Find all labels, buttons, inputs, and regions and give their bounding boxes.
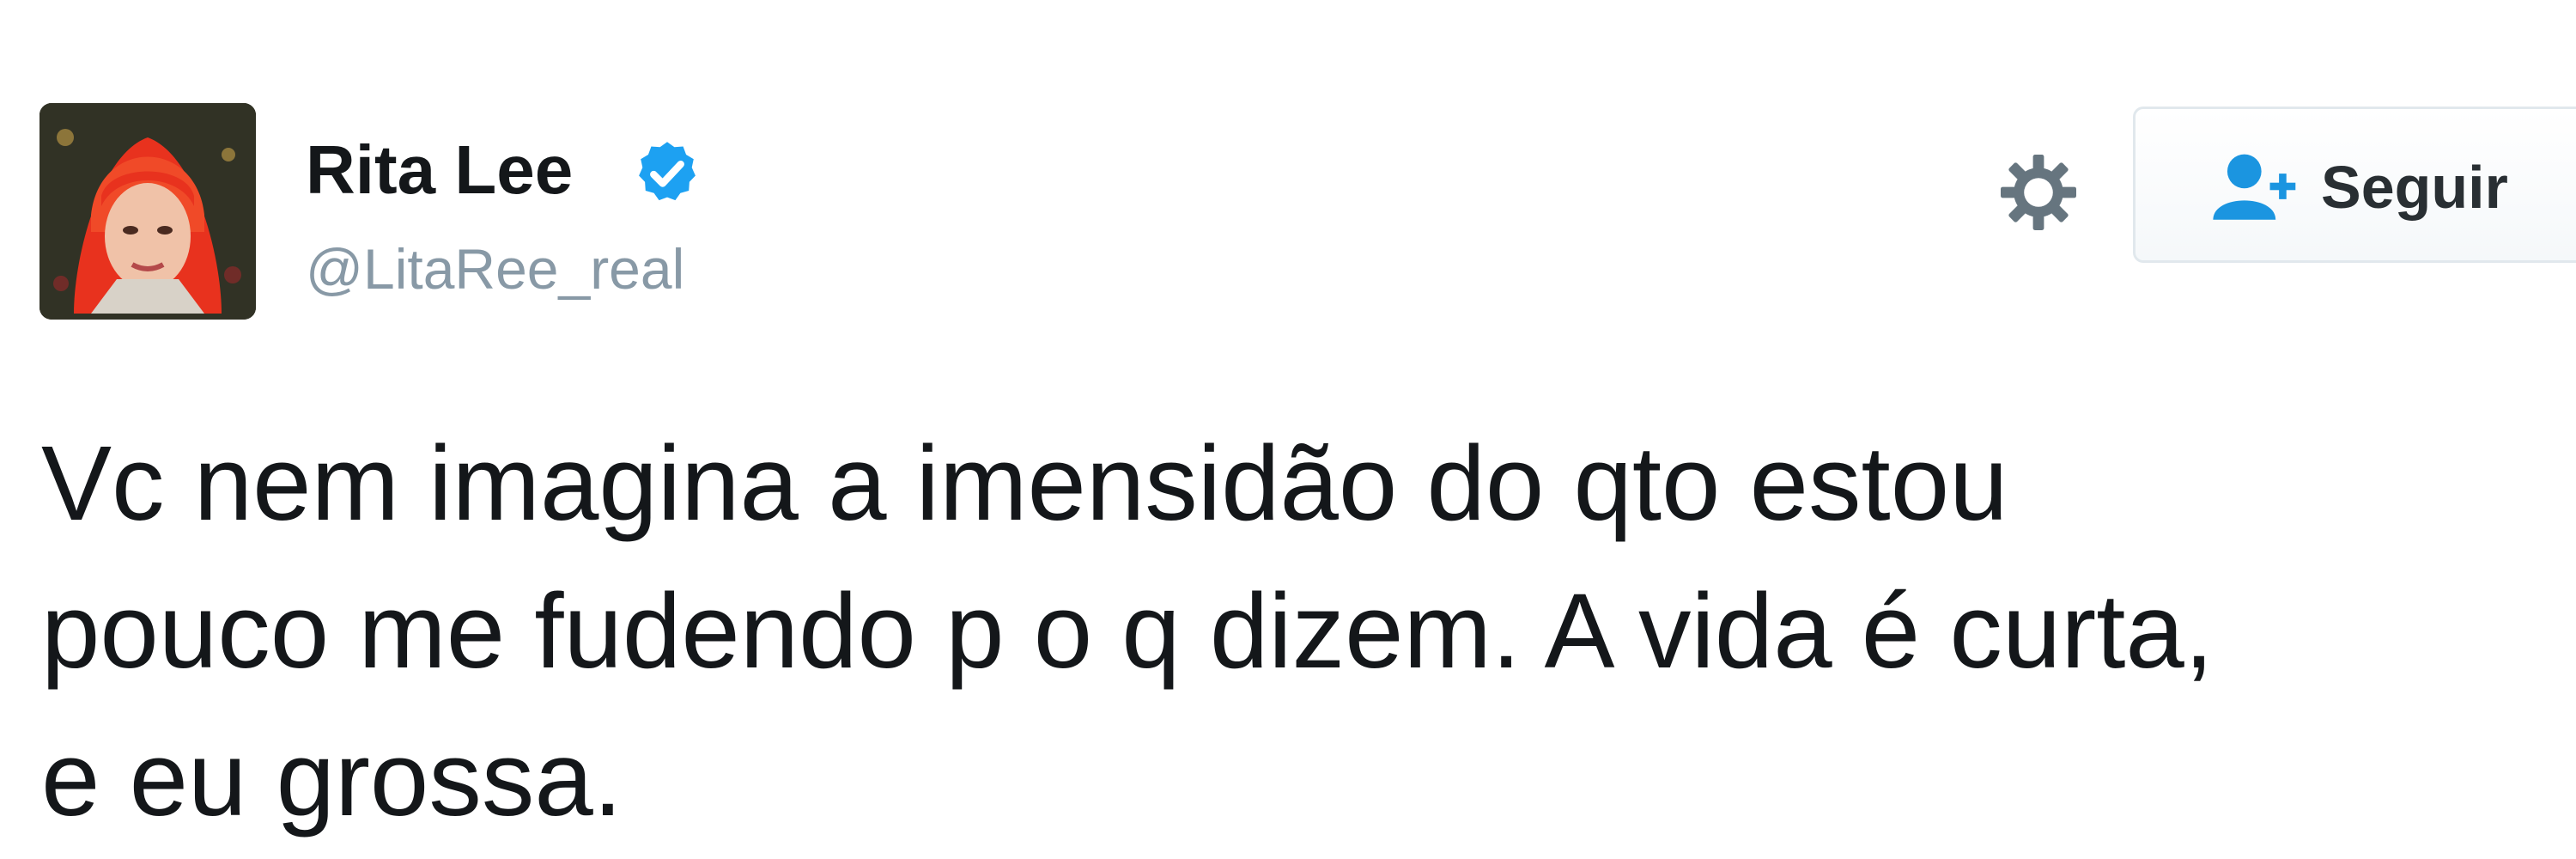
verified-badge-icon (631, 137, 703, 210)
tweet-text: Vc nem imagina a imensidão do qto estou … (41, 411, 2549, 854)
avatar[interactable] (39, 103, 256, 320)
follow-button-label: Seguir (2321, 154, 2508, 221)
tweet-text-line: e eu grossa. (41, 721, 623, 838)
add-user-icon (2213, 149, 2299, 222)
user-handle[interactable]: @LitaRee_real (306, 241, 684, 297)
follow-button[interactable]: Seguir (2133, 107, 2576, 263)
gear-icon[interactable] (1997, 151, 2080, 234)
tweet-card: Rita Lee @LitaRee_real Seguir Vc nem ima… (0, 0, 2576, 859)
avatar-image (39, 103, 256, 320)
tweet-text-line: pouco me fudendo p o q dizem. A vida é c… (41, 573, 2214, 691)
display-name[interactable]: Rita Lee (306, 136, 573, 204)
tweet-text-line: Vc nem imagina a imensidão do qto estou (41, 425, 2008, 543)
